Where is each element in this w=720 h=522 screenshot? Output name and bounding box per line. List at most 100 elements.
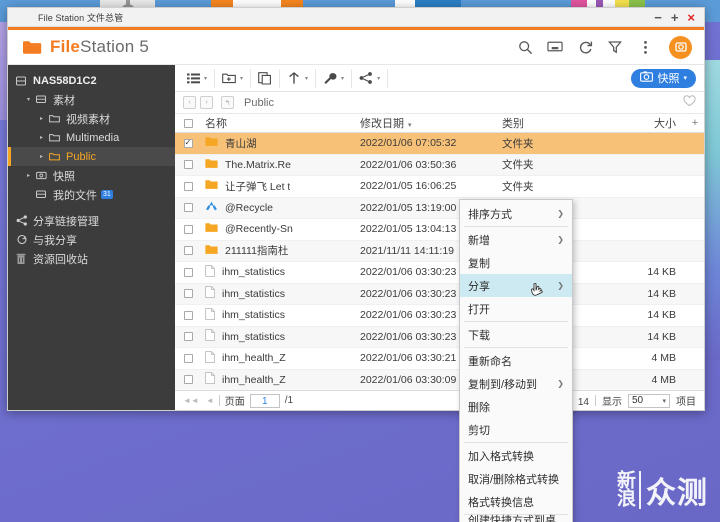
chevron-down-icon[interactable]: ▾ (204, 75, 207, 82)
row-name-cell[interactable]: ihm_statistics (201, 329, 360, 344)
table-row[interactable]: ihm_health_Z2022/01/06 03:30:21SM2 文件4 M… (175, 348, 704, 370)
table-row[interactable]: ihm_statistics2022/01/06 03:30:23LOG 文件1… (175, 305, 704, 327)
page-size-select[interactable]: 50 ▾ (628, 394, 670, 408)
row-name-cell[interactable]: ihm_statistics (201, 286, 360, 301)
row-name-cell[interactable]: 211111指南杜 (201, 243, 360, 258)
context-menu-item[interactable]: 取消/删除格式转换 (460, 467, 572, 490)
list-view-icon[interactable] (187, 73, 200, 84)
prev-page-button[interactable]: ◄ (206, 396, 214, 405)
share-nodes-icon[interactable] (359, 72, 373, 84)
breadcrumb-path[interactable]: Public (238, 97, 274, 109)
display-icon[interactable] (547, 39, 563, 55)
context-menu-item[interactable]: 新增❯ (460, 228, 572, 251)
search-icon[interactable] (517, 39, 533, 55)
sidebar-item-share-links[interactable]: 分享链接管理 (8, 211, 175, 230)
chevron-down-icon[interactable]: ▾ (240, 75, 243, 82)
context-menu-item[interactable]: 复制到/移动到❯ (460, 372, 572, 395)
context-menu-item[interactable]: 下载 (460, 323, 572, 346)
new-folder-icon[interactable] (222, 72, 236, 84)
sidebar-item-shared-with-me[interactable]: 与我分享 (8, 230, 175, 249)
heart-icon[interactable] (683, 94, 696, 112)
table-row[interactable]: The.Matrix.Re2022/01/06 03:50:36文件夹 (175, 155, 704, 177)
filter-icon[interactable] (607, 39, 623, 55)
table-row[interactable]: @Recently-Sn2022/01/05 13:04:13文件夹 (175, 219, 704, 241)
row-name-cell[interactable]: ihm_health_Z (201, 351, 360, 366)
table-row[interactable]: @Recycle2022/01/05 13:19:00文件夹 (175, 198, 704, 220)
refresh-icon[interactable] (577, 39, 593, 55)
add-column-button[interactable]: + (686, 117, 704, 129)
sidebar-item-public[interactable]: ▸ Public (8, 147, 175, 166)
forward-button[interactable]: › (200, 96, 213, 109)
sidebar-item-recycle-bin[interactable]: 资源回收站 (8, 249, 175, 268)
row-name-cell[interactable]: ihm_health_Z (201, 372, 360, 387)
row-checkbox[interactable] (175, 289, 201, 298)
table-row[interactable]: ihm_health_Z2022/01/06 03:30:09SM2 文件4 M… (175, 370, 704, 391)
row-name-cell[interactable]: ihm_statistics (201, 308, 360, 323)
table-row[interactable]: 211111指南杜2021/11/11 14:11:19文件夹 (175, 241, 704, 263)
page-input[interactable]: 1 (250, 394, 280, 408)
account-icon[interactable] (669, 36, 692, 59)
toolbar-group-copy[interactable] (251, 69, 280, 88)
row-checkbox[interactable] (175, 311, 201, 320)
more-options-icon[interactable] (637, 39, 653, 55)
sidebar-item-snapshot[interactable]: ▸ 快照 (8, 166, 175, 185)
sidebar-item-my-files[interactable]: 我的文件 31 (8, 185, 175, 204)
page-nav[interactable]: ◄◄ ◄ (183, 396, 214, 405)
toolbar-group-upload[interactable]: ▾ (280, 69, 316, 88)
context-menu-item[interactable]: 创建快捷方式到桌面 (460, 516, 572, 522)
window-titlebar[interactable]: File Station 文件总管 − + × (8, 8, 704, 27)
upload-icon[interactable] (287, 72, 301, 85)
row-checkbox[interactable] (175, 268, 201, 277)
row-checkbox[interactable] (175, 225, 201, 234)
wrench-icon[interactable] (323, 72, 337, 85)
maximize-button[interactable]: + (671, 11, 679, 24)
first-page-button[interactable]: ◄◄ (183, 396, 199, 405)
row-name-cell[interactable]: @Recently-Sn (201, 222, 360, 236)
row-checkbox[interactable] (175, 354, 201, 363)
row-name-cell[interactable]: 让子弹飞 Let t (201, 179, 360, 194)
row-checkbox[interactable] (175, 332, 201, 341)
chevron-down-icon[interactable]: ▾ (377, 75, 380, 82)
toolbar-group-new[interactable]: ▾ (215, 69, 251, 88)
context-menu-item[interactable]: 删除 (460, 395, 572, 418)
chevron-down-icon[interactable]: ▾ (341, 75, 344, 82)
sidebar-item-nas-root[interactable]: NAS58D1C2 (8, 71, 175, 90)
context-menu-item[interactable]: 排序方式❯ (460, 202, 572, 225)
row-name-cell[interactable]: 青山湖 (201, 136, 360, 151)
table-row[interactable]: ihm_statistics2022/01/06 03:30:23LOG 文件1… (175, 327, 704, 349)
back-button[interactable]: ‹ (183, 96, 196, 109)
column-header-size[interactable]: 大小 (610, 115, 686, 131)
row-checkbox[interactable] (175, 139, 201, 148)
minimize-button[interactable]: − (654, 11, 662, 24)
context-menu-item[interactable]: 剪切 (460, 418, 572, 441)
context-menu-item[interactable]: 格式转换信息 (460, 490, 572, 513)
row-checkbox[interactable] (175, 182, 201, 191)
row-checkbox[interactable] (175, 160, 201, 169)
select-all-checkbox[interactable] (175, 119, 201, 128)
row-name-cell[interactable]: ihm_statistics (201, 265, 360, 280)
sidebar-item-video-sucai[interactable]: ▸ 视频素材 (8, 109, 175, 128)
column-header-date[interactable]: 修改日期▾ (360, 115, 502, 131)
table-row[interactable]: ihm_statistics2022/01/06 03:30:23LOG 文件1… (175, 262, 704, 284)
sidebar-item-sucai[interactable]: ▾ 素材 (8, 90, 175, 109)
sidebar-item-multimedia[interactable]: ▸ Multimedia (8, 128, 175, 147)
toolbar-group-view[interactable]: ▾ (183, 69, 215, 88)
snapshot-button[interactable]: 快照 ▾ (631, 69, 696, 88)
context-menu-item[interactable]: 加入格式转换 (460, 444, 572, 467)
copy-icon[interactable] (258, 72, 272, 85)
row-checkbox[interactable] (175, 246, 201, 255)
chevron-down-icon[interactable]: ▾ (683, 74, 687, 82)
row-name-cell[interactable]: The.Matrix.Re (201, 158, 360, 172)
column-header-name[interactable]: 名称 (201, 115, 360, 131)
row-checkbox[interactable] (175, 375, 201, 384)
toolbar-group-tools[interactable]: ▾ (316, 69, 352, 88)
context-menu-item[interactable]: 打开 (460, 297, 572, 320)
table-row[interactable]: ihm_statistics2022/01/06 03:30:23LOG 文件1… (175, 284, 704, 306)
context-menu-item[interactable]: 分享❯ (460, 274, 572, 297)
close-button[interactable]: × (687, 11, 695, 24)
chevron-down-icon[interactable]: ▾ (305, 75, 308, 82)
table-row[interactable]: 青山湖2022/01/06 07:05:32文件夹 (175, 133, 704, 155)
context-menu-item[interactable]: 重新命名 (460, 349, 572, 372)
table-row[interactable]: 让子弹飞 Let t2022/01/05 16:06:25文件夹 (175, 176, 704, 198)
context-menu-item[interactable]: 复制 (460, 251, 572, 274)
